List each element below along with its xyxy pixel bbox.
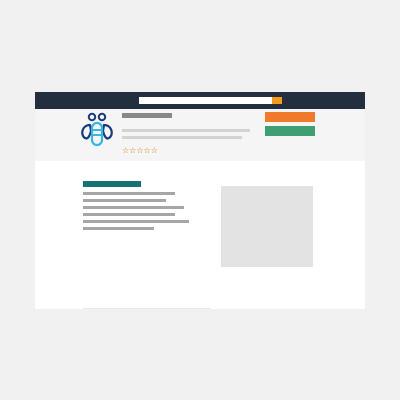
body-text-line bbox=[83, 220, 189, 223]
body-text-line bbox=[83, 199, 166, 202]
bee-icon bbox=[81, 112, 113, 147]
body-text-line bbox=[83, 213, 175, 216]
body-text-line bbox=[83, 192, 175, 195]
buy-now-button[interactable] bbox=[265, 112, 315, 122]
footer-divider bbox=[83, 308, 211, 309]
add-to-cart-button[interactable] bbox=[265, 126, 315, 136]
browser-window: ☆☆☆☆☆ bbox=[35, 92, 365, 309]
search-button[interactable] bbox=[272, 97, 282, 104]
star-rating[interactable]: ☆☆☆☆☆ bbox=[122, 146, 158, 156]
search-input[interactable] bbox=[139, 97, 272, 104]
body-text-line bbox=[83, 227, 154, 230]
product-title-placeholder bbox=[122, 113, 172, 118]
product-subtitle-line bbox=[122, 129, 250, 132]
body-text-line bbox=[83, 206, 184, 209]
top-navigation-bar bbox=[35, 92, 365, 109]
product-image-placeholder bbox=[221, 186, 313, 267]
section-heading-placeholder bbox=[83, 181, 141, 187]
product-subtitle-line bbox=[122, 136, 242, 139]
